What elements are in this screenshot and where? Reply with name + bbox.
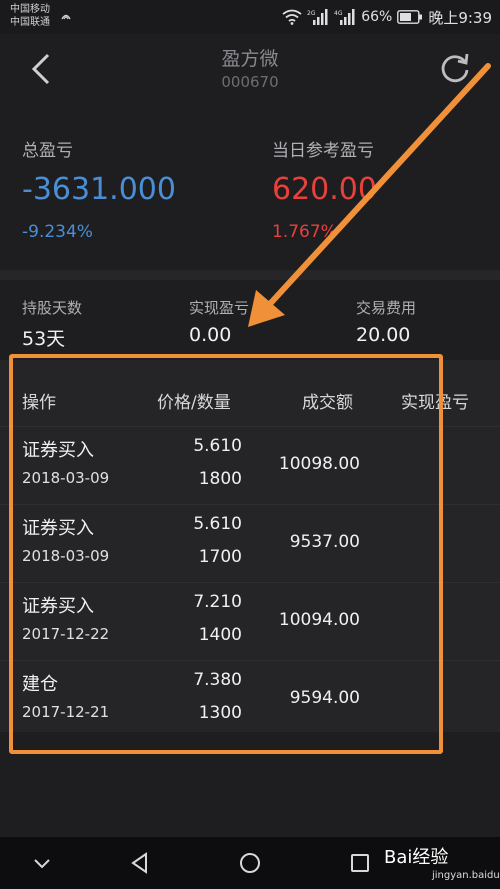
hold-days-label: 持股天数	[22, 299, 83, 317]
status-icons: 2G 4G 66% 晚上9:39	[282, 8, 492, 27]
total-pnl-value: -3631.000	[22, 172, 176, 207]
realized-pnl-label: 实现盈亏	[189, 299, 250, 317]
realized-pnl-value: 0.00	[189, 324, 232, 346]
watermark-url: jingyan.baidu.com	[432, 870, 500, 881]
section-divider	[0, 270, 500, 280]
daily-pnl-label: 当日参考盈亏	[272, 141, 374, 161]
battery-percent: 66%	[361, 9, 393, 25]
wifi-icon	[282, 9, 302, 25]
refresh-icon[interactable]	[438, 50, 472, 84]
signal-4g-label: 4G	[334, 10, 343, 17]
carrier-1: 中国移动	[10, 4, 50, 15]
nav-recents-icon[interactable]	[348, 851, 372, 875]
daily-pnl-percent: 1.767%	[272, 222, 337, 242]
total-pnl-percent: -9.234%	[22, 222, 93, 242]
header: 盈方微 000670	[0, 34, 500, 106]
clock: 晚上9:39	[428, 8, 492, 27]
watermark-brand: Bai经验	[384, 847, 449, 868]
status-bar: 中国移动 中国联通 2G 4G 66% 晚上9:39	[0, 0, 500, 34]
battery-icon	[397, 10, 423, 24]
signal-2g-label: 2G	[307, 10, 316, 17]
chevron-down-icon[interactable]	[30, 851, 54, 875]
signal-4g-icon: 4G	[334, 9, 355, 25]
total-pnl-label: 总盈亏	[22, 141, 73, 161]
signal-2g-icon: 2G	[307, 9, 328, 25]
nav-back-icon[interactable]	[128, 851, 152, 875]
annotation-highlight-box	[9, 354, 443, 754]
carrier-2: 中国联通	[10, 17, 50, 28]
hd-call-icon	[61, 14, 71, 20]
stock-code: 000670	[221, 73, 279, 91]
daily-pnl-value: 620.00	[272, 172, 377, 207]
trade-fee-value: 20.00	[356, 324, 411, 346]
nav-home-icon[interactable]	[238, 851, 262, 875]
trade-fee-label: 交易费用	[356, 299, 417, 317]
page-title: 盈方微	[221, 48, 279, 70]
hold-days-value: 53天	[22, 328, 66, 350]
